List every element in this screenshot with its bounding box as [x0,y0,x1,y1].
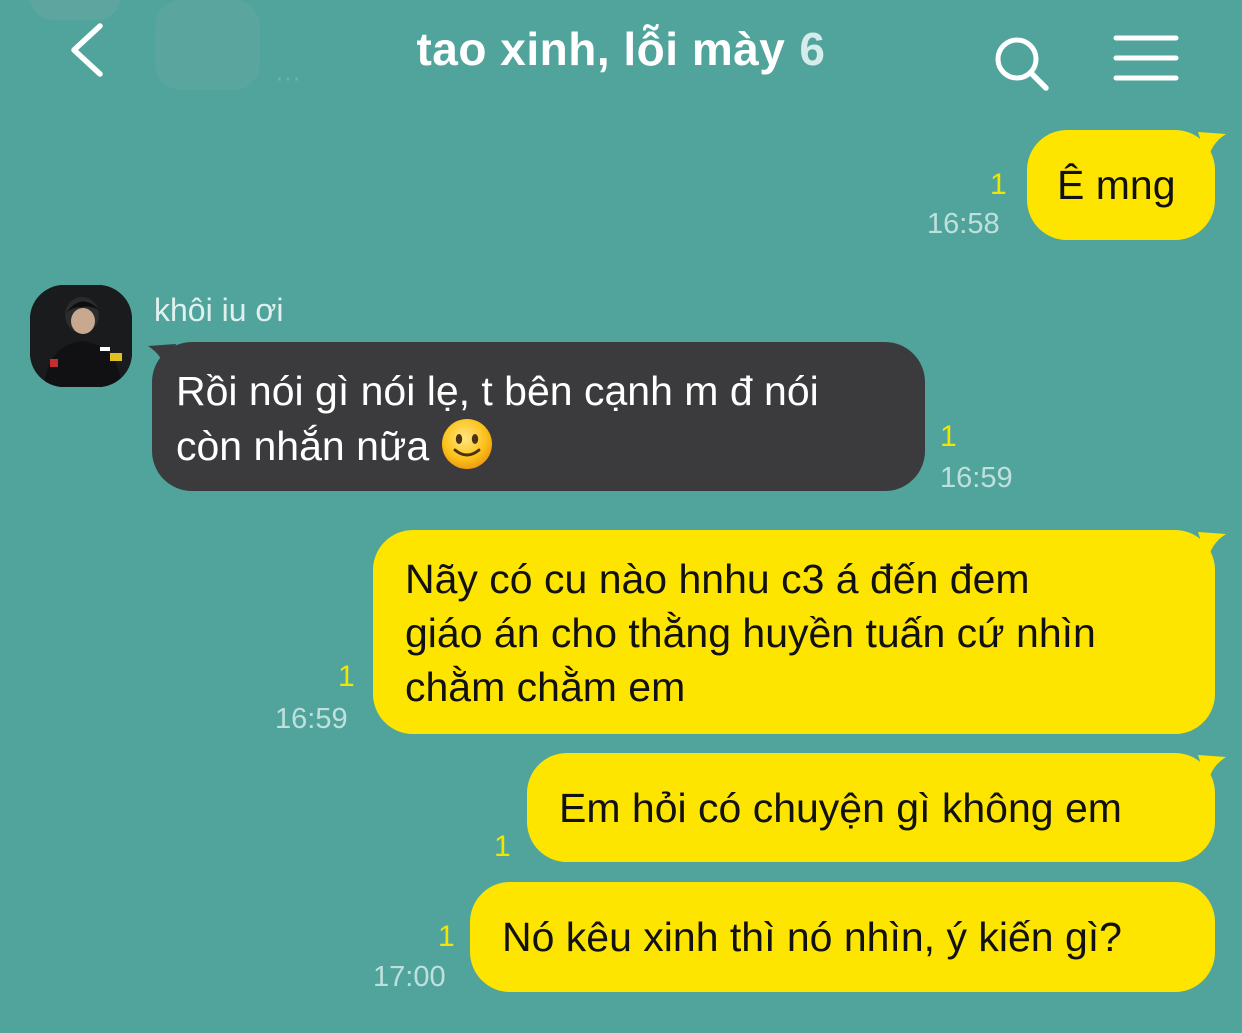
my-message-bubble[interactable]: Nó kêu xinh thì nó nhìn, ý kiến gì? [470,882,1215,992]
message-text: Em hỏi có chuyện gì không em [559,785,1122,831]
message-text: Nó kêu xinh thì nó nhìn, ý kiến gì? [502,914,1122,960]
my-message-bubble[interactable]: Nãy có cu nào hnhu c3 á đến đem giáo án … [373,530,1215,734]
unread-count: 1 [940,420,957,453]
message-text-line: chằm chằm em [405,664,686,710]
search-button[interactable] [990,32,1054,96]
message-text-line: Nãy có cu nào hnhu c3 á đến đem [405,556,1030,602]
profile-photo-icon [30,285,132,387]
unread-count: 1 [494,830,511,863]
search-icon [995,37,1049,91]
sender-name: khôi iu ơi [154,292,284,328]
message-time: 16:59 [275,703,348,735]
message-time: 16:59 [940,462,1013,494]
message-text-line: giáo án cho thằng huyền tuấn cứ nhìn [405,610,1096,656]
unread-count: 1 [438,920,455,953]
message-text-line: Rồi nói gì nói lẹ, t bên cạnh m đ nói [176,368,819,414]
chat-title: tao xinh, lỗi mày 6 [0,22,1242,76]
member-count: 6 [799,23,826,75]
message-time: 16:58 [927,208,1000,240]
my-message-bubble[interactable]: Ê mng [1027,130,1215,240]
message-text: Ê mng [1057,162,1176,208]
their-message-bubble[interactable]: Rồi nói gì nói lẹ, t bên cạnh m đ nói cò… [152,342,925,491]
chat-room-name: tao xinh, lỗi mày [416,23,786,75]
slightly-smiling-face-icon [442,419,493,469]
unread-count: 1 [990,168,1007,201]
unread-count: 1 [338,660,355,693]
bubble-tail [1198,755,1226,785]
message-text-line: còn nhắn nữa [176,423,430,469]
hamburger-menu-icon [1113,35,1179,81]
avatar[interactable] [30,285,132,387]
chat-header: ··· tao xinh, lỗi mày 6 [0,0,1242,100]
my-message-bubble[interactable]: Em hỏi có chuyện gì không em [527,753,1215,862]
bubble-tail [1198,132,1226,162]
background-blur-shape [30,0,120,20]
message-text-line-with-emoji: còn nhắn nữa [176,418,925,473]
menu-button[interactable] [1112,32,1180,84]
message-time: 17:00 [373,961,446,993]
bubble-tail [1198,532,1226,562]
